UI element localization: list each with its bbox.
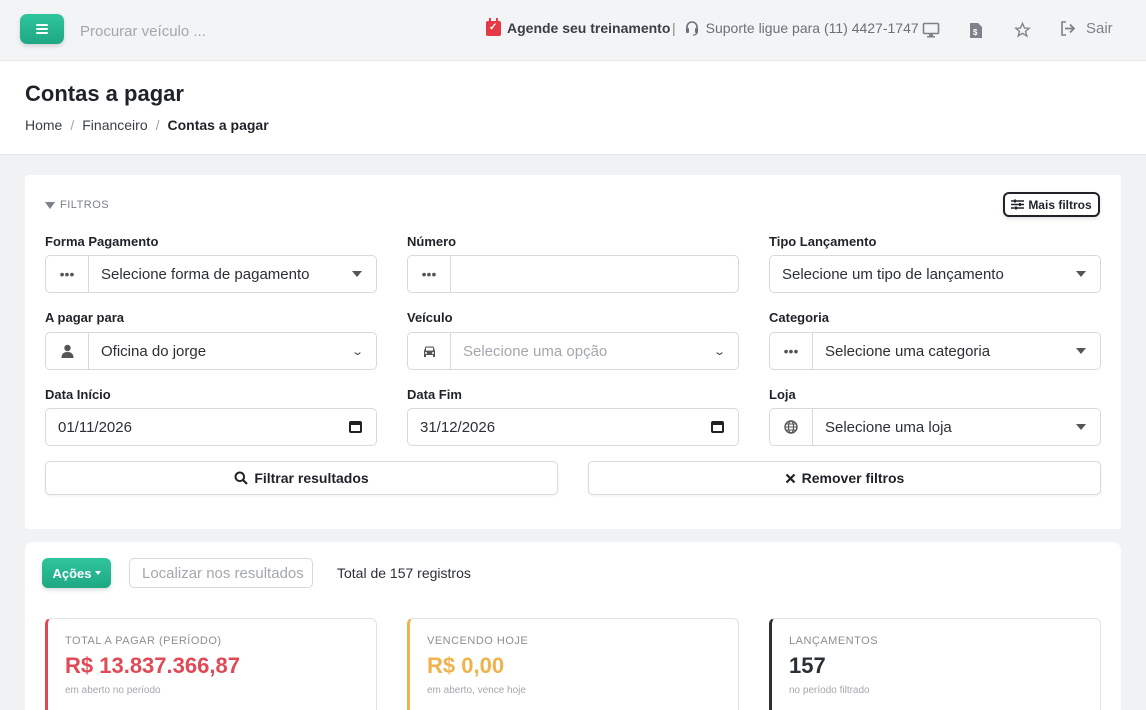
breadcrumb-separator: / [155,117,160,133]
entry-type-label: Tipo Lançamento [769,234,877,249]
stat-caption: em aberto, vence hoje [427,685,526,696]
category-value: Selecione uma categoria [825,342,991,360]
breadcrumb-current: Contas a pagar [167,117,269,133]
store-value: Selecione uma loja [825,418,952,436]
filter-results-button[interactable]: Filtrar resultados [45,461,558,495]
number-input[interactable]: ••• [407,255,739,293]
filter-icon [45,201,55,209]
vehicle-placeholder: Selecione uma opção [463,342,608,360]
stat-label: VENCENDO HOJE [427,635,529,647]
divider: | [672,20,676,36]
globe-icon [770,409,813,445]
calendar-icon[interactable] [711,421,724,433]
payment-method-select[interactable]: ••• Selecione forma de pagamento [45,255,377,293]
stat-card-due-today: VENCENDO HOJE R$ 0,00 em aberto, vence h… [407,618,739,710]
end-date-label: Data Fim [407,387,462,402]
caret-down-icon [1076,424,1086,430]
stat-label: LANÇAMENTOS [789,635,879,647]
close-icon [785,473,795,483]
vehicle-select[interactable]: Selecione uma opção ⌄ [407,332,739,370]
invoice-icon[interactable]: $ [969,22,983,39]
stat-value: R$ 0,00 [427,653,505,678]
end-date-value: 31/12/2026 [420,418,496,436]
page-header: Contas a pagar Home / Financeiro / Conta… [0,61,1146,155]
top-bar: Agende seu treinamento | Suporte ligue p… [0,0,1146,61]
category-label: Categoria [769,310,829,325]
payee-value: Oficina do jorge [101,342,207,360]
logout-icon [1061,21,1076,36]
stat-caption: no período filtrado [789,685,870,696]
support-label: Suporte ligue para (11) 4427-1747 [705,20,919,36]
caret-down-icon [1076,271,1086,277]
total-records: Total de 157 registros [337,565,471,581]
more-filters-label: Mais filtros [1028,197,1092,212]
start-date-value: 01/11/2026 [58,418,132,436]
schedule-training-label: Agende seu treinamento [507,20,671,36]
logout-button[interactable]: Sair [1060,20,1113,37]
results-card: Ações Total de 157 registros TOTAL A PAG… [25,542,1121,710]
stat-value: R$ 13.837.366,87 [65,653,240,678]
chevron-down-icon: ⌄ [350,345,364,358]
stat-value: 157 [789,653,826,678]
payee-label: A pagar para [45,310,124,325]
dots-icon: ••• [770,333,813,369]
actions-label: Ações [52,565,92,581]
stat-card-entries: LANÇAMENTOS 157 no período filtrado [769,618,1101,710]
actions-dropdown-button[interactable]: Ações [42,558,111,588]
payment-method-value: Selecione forma de pagamento [101,265,310,283]
sliders-icon [1011,199,1025,210]
number-label: Número [407,234,457,249]
payment-method-label: Forma Pagamento [45,234,159,249]
entry-type-value: Selecione um tipo de lançamento [782,265,1004,283]
category-select[interactable]: ••• Selecione uma categoria [769,332,1101,370]
end-date-input[interactable]: 31/12/2026 [407,408,739,446]
logout-label: Sair [1086,20,1113,37]
star-icon[interactable] [1014,22,1031,38]
monitor-icon[interactable] [922,22,940,38]
hamburger-icon [36,24,48,34]
more-filters-button[interactable]: Mais filtros [1003,192,1100,217]
vehicle-label: Veículo [407,310,453,325]
car-icon [408,333,451,369]
filters-heading-label: FILTROS [60,199,110,211]
store-select[interactable]: Selecione uma loja [769,408,1101,446]
start-date-input[interactable]: 01/11/2026 [45,408,377,446]
caret-down-icon [94,571,101,575]
remove-filters-button[interactable]: Remover filtros [588,461,1101,495]
entry-type-select[interactable]: Selecione um tipo de lançamento [769,255,1101,293]
find-in-results-input[interactable] [129,558,313,588]
support-info: | Suporte ligue para (11) 4427-1747 [672,20,919,36]
stat-card-total-payable: TOTAL A PAGAR (PERÍODO) R$ 13.837.366,87… [45,618,377,710]
calendar-check-icon [486,17,501,36]
stat-label: TOTAL A PAGAR (PERÍODO) [65,635,222,647]
breadcrumb-home[interactable]: Home [25,117,62,133]
dots-icon: ••• [408,256,451,292]
dots-icon: ••• [46,256,89,292]
calendar-icon[interactable] [349,421,362,433]
search-icon [234,471,249,485]
remove-filters-label: Remover filtros [801,470,905,486]
start-date-label: Data Início [45,387,111,402]
filters-card: FILTROS Mais filtros Forma Pagamento •••… [25,175,1121,529]
filter-results-label: Filtrar resultados [254,470,369,486]
payee-select[interactable]: Oficina do jorge ⌄ [45,332,377,370]
schedule-training-link[interactable]: Agende seu treinamento [486,17,671,36]
filters-heading: FILTROS [45,199,109,211]
stat-caption: em aberto no período [65,685,161,696]
chevron-down-icon: ⌄ [712,345,726,358]
vehicle-search-input[interactable] [80,20,340,42]
breadcrumb-separator: / [70,117,75,133]
breadcrumb-financeiro[interactable]: Financeiro [82,117,147,133]
page-title: Contas a pagar [25,81,184,106]
user-icon [46,333,89,369]
store-label: Loja [769,387,796,402]
caret-down-icon [1076,348,1086,354]
headset-icon [685,21,698,36]
caret-down-icon [352,271,362,277]
breadcrumb: Home / Financeiro / Contas a pagar [25,117,269,133]
menu-toggle-button[interactable] [20,14,64,44]
svg-text:$: $ [973,28,978,37]
